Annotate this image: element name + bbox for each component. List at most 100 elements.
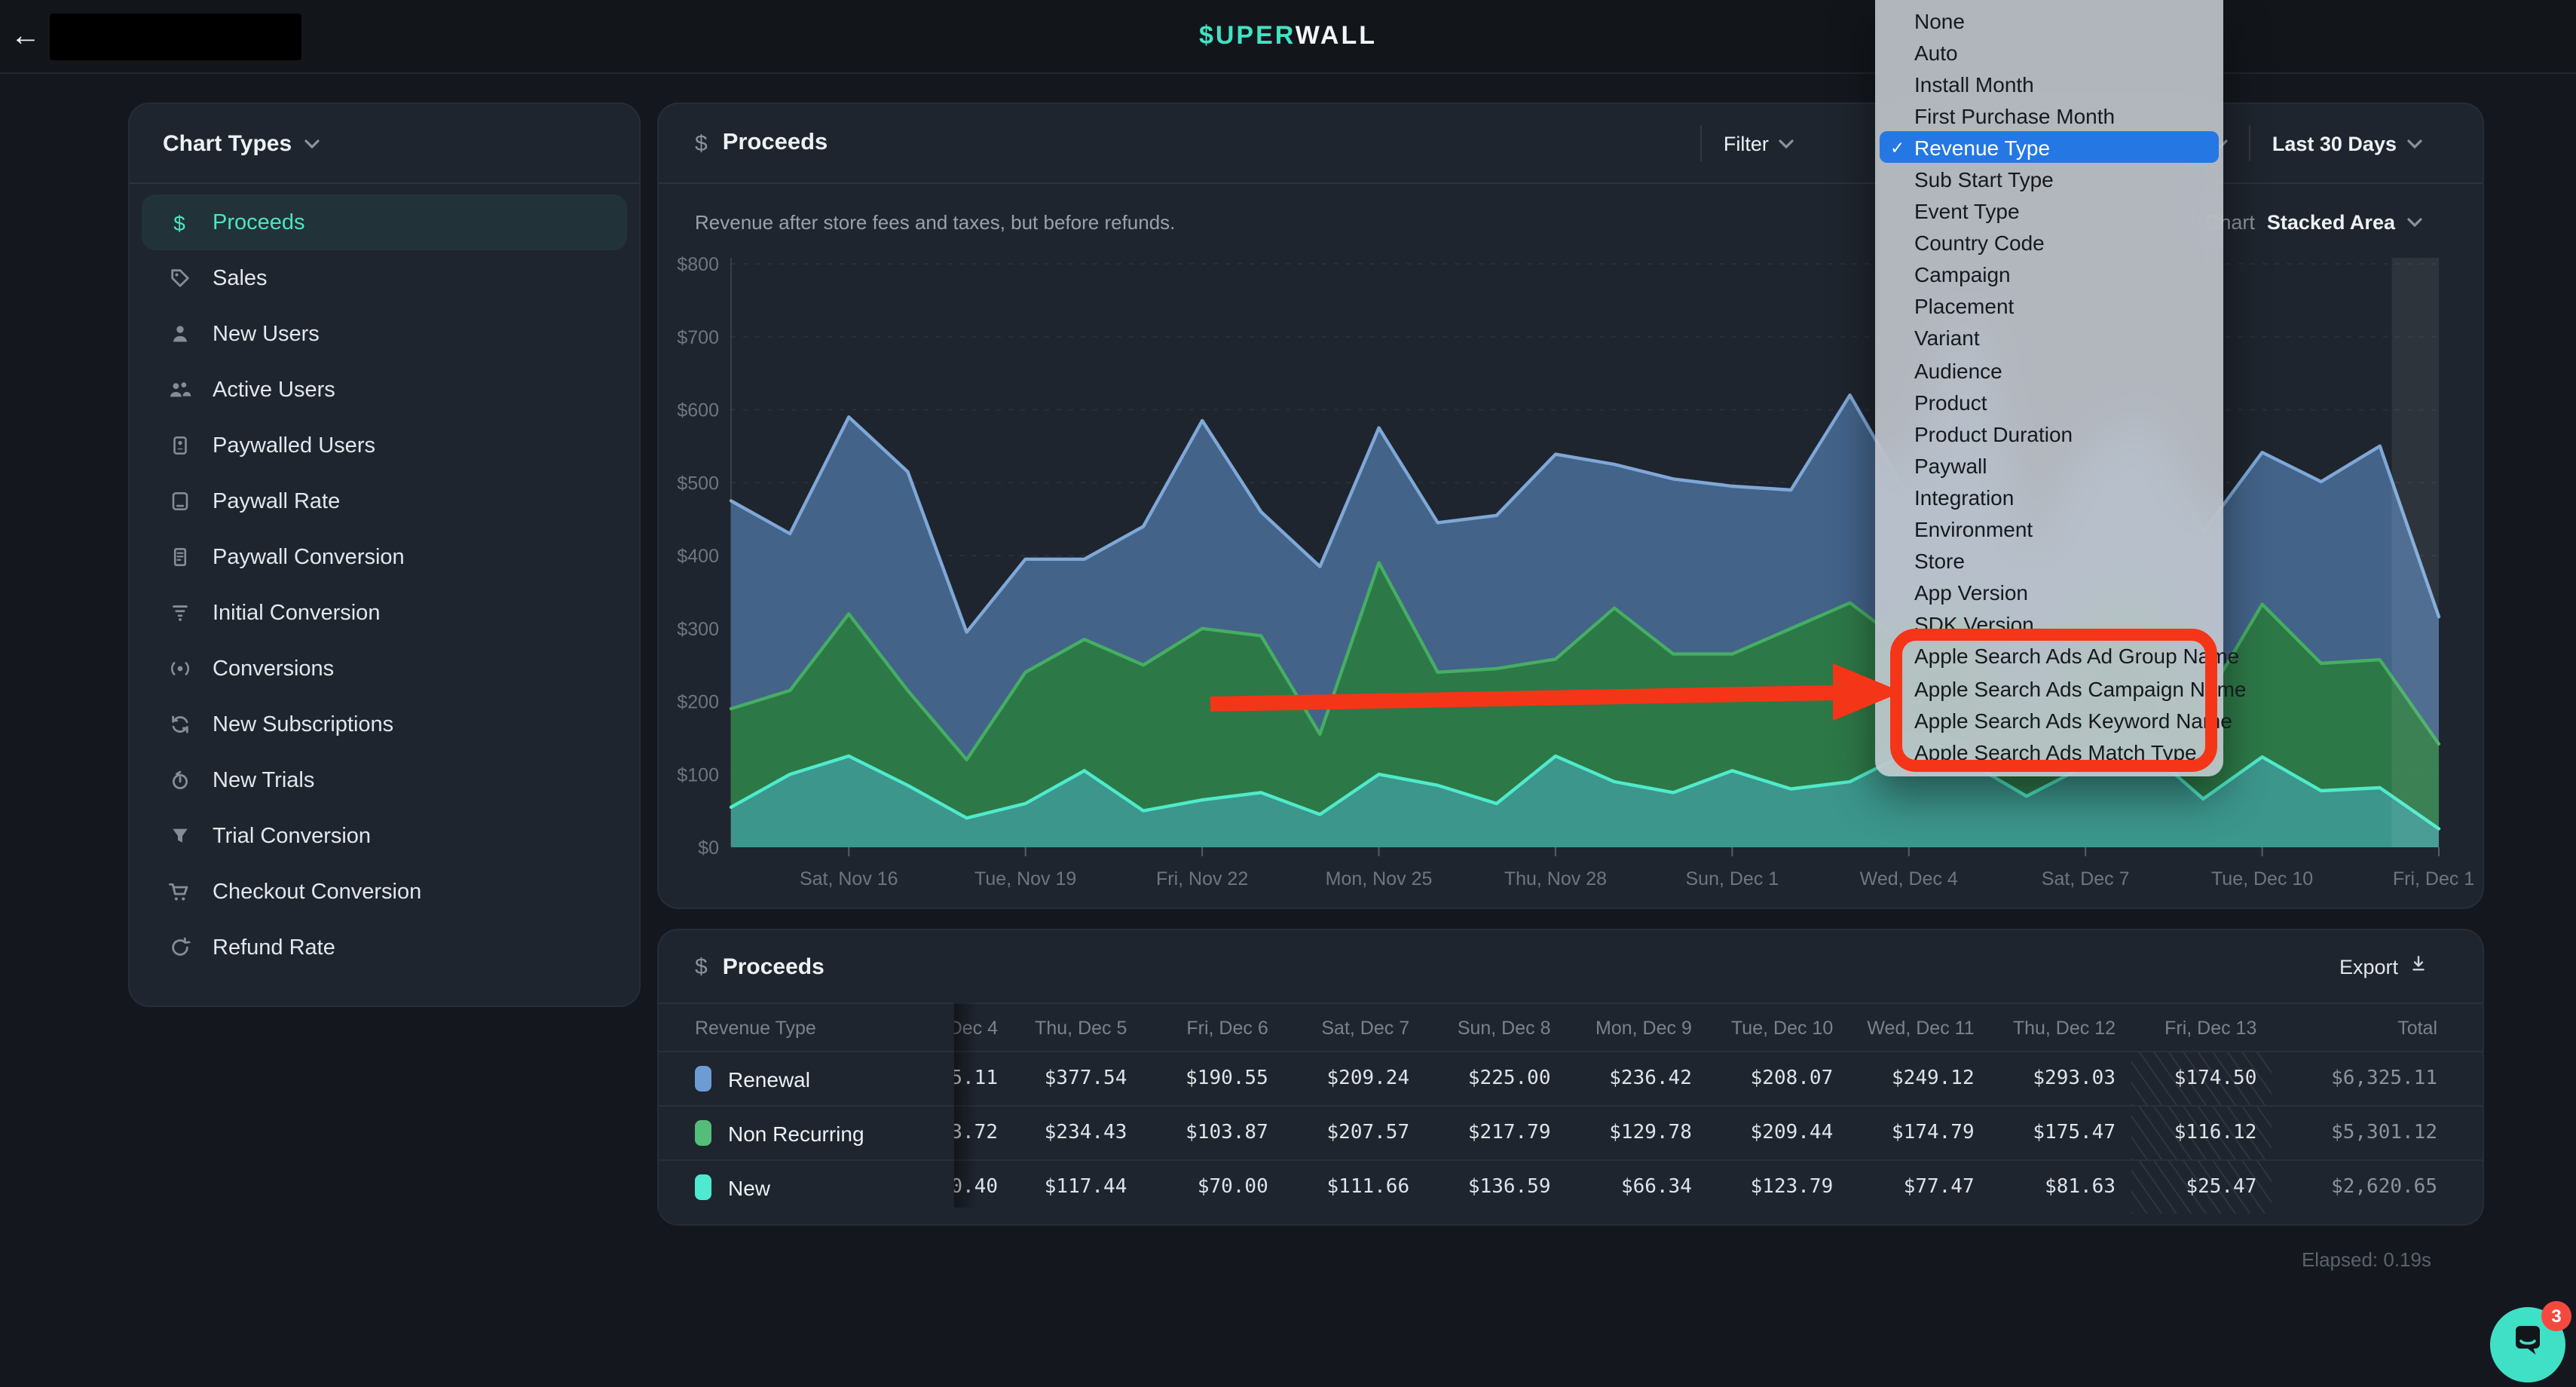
menu-item-label: Store (1914, 549, 1965, 573)
menu-item-product-duration[interactable]: Product Duration (1875, 418, 2223, 449)
menu-item-label: Product (1914, 390, 1987, 414)
chart-types-header[interactable]: Chart Types (130, 104, 639, 184)
menu-item-label: Product Duration (1914, 422, 2073, 446)
table-row-non-recurring[interactable]: Non Recurring3.72$234.43$103.87$207.57$2… (659, 1105, 2483, 1159)
value-cell: $207.57 (1283, 1107, 1424, 1159)
export-button[interactable]: Export (2339, 954, 2428, 978)
sidebar-item-paywall-rate[interactable]: Paywall Rate (142, 473, 627, 529)
value-cell: $77.47 (1848, 1161, 1989, 1214)
menu-item-country-code[interactable]: Country Code (1875, 227, 2223, 259)
sidebar-item-conversions[interactable]: Conversions (142, 641, 627, 697)
chart-subtitle: Revenue after store fees and taxes, but … (695, 211, 1175, 234)
elapsed-time: Elapsed: 0.19s (2302, 1248, 2431, 1271)
chart-type-select[interactable]: Chart Stacked Area (2205, 211, 2422, 234)
dollar-icon: $ (695, 954, 708, 979)
menu-item-environment[interactable]: Environment (1875, 513, 2223, 545)
cart-icon (166, 880, 193, 903)
chat-unread-badge: 3 (2541, 1301, 2571, 1331)
value-cell: $123.79 (1707, 1161, 1848, 1214)
chart-types-title: Chart Types (163, 130, 292, 156)
sidebar-item-refund-rate[interactable]: Refund Rate (142, 920, 627, 975)
svg-text:Sat, Dec 7: Sat, Dec 7 (2042, 868, 2130, 889)
menu-item-integration[interactable]: Integration (1875, 482, 2223, 513)
sidebar-item-new-trials[interactable]: New Trials (142, 752, 627, 808)
menu-item-label: App Version (1914, 580, 2028, 605)
svg-text:$700: $700 (677, 327, 719, 348)
menu-item-store[interactable]: Store (1875, 545, 2223, 577)
menu-item-product[interactable]: Product (1875, 386, 2223, 418)
sidebar-item-active-users[interactable]: Active Users (142, 362, 627, 418)
value-cell: $377.54 (1001, 1052, 1142, 1105)
proceeds-table-card: $ Proceeds Export Revenue TypeDec 4Thu, … (657, 929, 2484, 1226)
sidebar-item-trial-conversion[interactable]: Trial Conversion (142, 808, 627, 864)
value-cell: $190.55 (1142, 1052, 1283, 1105)
menu-item-variant[interactable]: Variant (1875, 323, 2223, 354)
menu-item-apple-search-ads-keyword-name[interactable]: Apple Search Ads Keyword Name (1875, 704, 2223, 736)
sidebar-item-label: Proceeds (213, 210, 305, 234)
menu-item-label: Apple Search Ads Ad Group Name (1914, 645, 2239, 669)
menu-item-placement[interactable]: Placement (1875, 291, 2223, 323)
chevron-down-icon (2407, 138, 2422, 148)
menu-item-none[interactable]: None (1875, 5, 2223, 36)
table-row-new[interactable]: New0.40$117.44$70.00$111.66$136.59$66.34… (659, 1159, 2483, 1214)
sidebar-item-label: Conversions (213, 657, 334, 681)
menu-item-revenue-type[interactable]: ✓Revenue Type (1880, 132, 2219, 164)
menu-item-label: Placement (1914, 295, 2014, 319)
sidebar-item-paywall-conversion[interactable]: Paywall Conversion (142, 529, 627, 585)
menu-item-label: Apple Search Ads Match Type (1914, 739, 2197, 764)
date-range-button[interactable]: Last 30 Days (2272, 132, 2422, 155)
column-header-tue-dec-10: Tue, Dec 10 (1707, 1004, 1848, 1051)
row-label: New (728, 1175, 770, 1199)
value-cell: $225.00 (1424, 1052, 1565, 1105)
value-cell: $209.24 (1283, 1052, 1424, 1105)
checkmark-icon: ✓ (1890, 137, 1904, 158)
menu-item-event-type[interactable]: Event Type (1875, 195, 2223, 227)
value-cell: $5,301.12 (2272, 1107, 2483, 1159)
menu-item-label: Environment (1914, 517, 2033, 541)
page: ← $UPERWALL Chart Types $ProceedsSalesNe… (0, 0, 2576, 1387)
sidebar-item-checkout-conversion[interactable]: Checkout Conversion (142, 864, 627, 920)
menu-item-apple-search-ads-match-type[interactable]: Apple Search Ads Match Type (1875, 736, 2223, 767)
column-header-fri-dec-6: Fri, Dec 6 (1142, 1004, 1283, 1051)
series-color-chip (695, 1120, 711, 1146)
menu-item-campaign[interactable]: Campaign (1875, 259, 2223, 291)
sidebar-item-new-users[interactable]: New Users (142, 306, 627, 362)
table-row-renewal[interactable]: Renewal5.11$377.54$190.55$209.24$225.00$… (659, 1051, 2483, 1105)
value-cell: $209.44 (1707, 1107, 1848, 1159)
svg-text:$100: $100 (677, 764, 719, 785)
menu-item-app-version[interactable]: App Version (1875, 577, 2223, 608)
row-label-cell: Renewal (659, 1052, 954, 1105)
menu-item-apple-search-ads-ad-group-name[interactable]: Apple Search Ads Ad Group Name (1875, 641, 2223, 672)
menu-item-sdk-version[interactable]: SDK Version (1875, 609, 2223, 641)
sidebar-item-proceeds[interactable]: $Proceeds (142, 194, 627, 250)
sidebar-item-new-subscriptions[interactable]: New Subscriptions (142, 697, 627, 752)
sidebar-item-sales[interactable]: Sales (142, 250, 627, 306)
sidebar-item-paywalled-users[interactable]: Paywalled Users (142, 418, 627, 473)
value-cell: $249.12 (1848, 1052, 1989, 1105)
chat-widget-button[interactable]: 3 (2490, 1307, 2565, 1382)
menu-item-paywall[interactable]: Paywall (1875, 450, 2223, 482)
menu-item-label: None (1914, 8, 1965, 32)
menu-item-label: Auto (1914, 40, 1958, 64)
tag-icon (166, 267, 193, 289)
logo-accent: $UPER (1199, 21, 1296, 50)
filter-button[interactable]: Filter (1724, 132, 1794, 155)
menu-item-label: Apple Search Ads Keyword Name (1914, 708, 2232, 732)
svg-text:$600: $600 (677, 400, 719, 421)
menu-item-apple-search-ads-campaign-name[interactable]: Apple Search Ads Campaign Name (1875, 672, 2223, 704)
value-cell: $70.00 (1142, 1161, 1283, 1214)
sidebar-item-label: New Subscriptions (213, 712, 393, 736)
svg-text:Fri, Dec 13: Fri, Dec 13 (2393, 868, 2474, 889)
sidebar-item-initial-conversion[interactable]: Initial Conversion (142, 585, 627, 641)
menu-item-first-purchase-month[interactable]: First Purchase Month (1875, 100, 2223, 132)
menu-item-auto[interactable]: Auto (1875, 36, 2223, 68)
menu-item-install-month[interactable]: Install Month (1875, 68, 2223, 100)
menu-item-sub-start-type[interactable]: Sub Start Type (1875, 164, 2223, 195)
proceeds-table: Revenue TypeDec 4Thu, Dec 5Fri, Dec 6Sat… (659, 1003, 2483, 1214)
value-cell: $117.44 (1001, 1161, 1142, 1214)
svg-text:$400: $400 (677, 546, 719, 567)
menu-item-audience[interactable]: Audience (1875, 354, 2223, 386)
sidebar-item-label: New Trials (213, 768, 314, 792)
sidebar-item-label: New Users (213, 322, 320, 346)
column-header-wed-dec-11: Wed, Dec 11 (1848, 1004, 1989, 1051)
